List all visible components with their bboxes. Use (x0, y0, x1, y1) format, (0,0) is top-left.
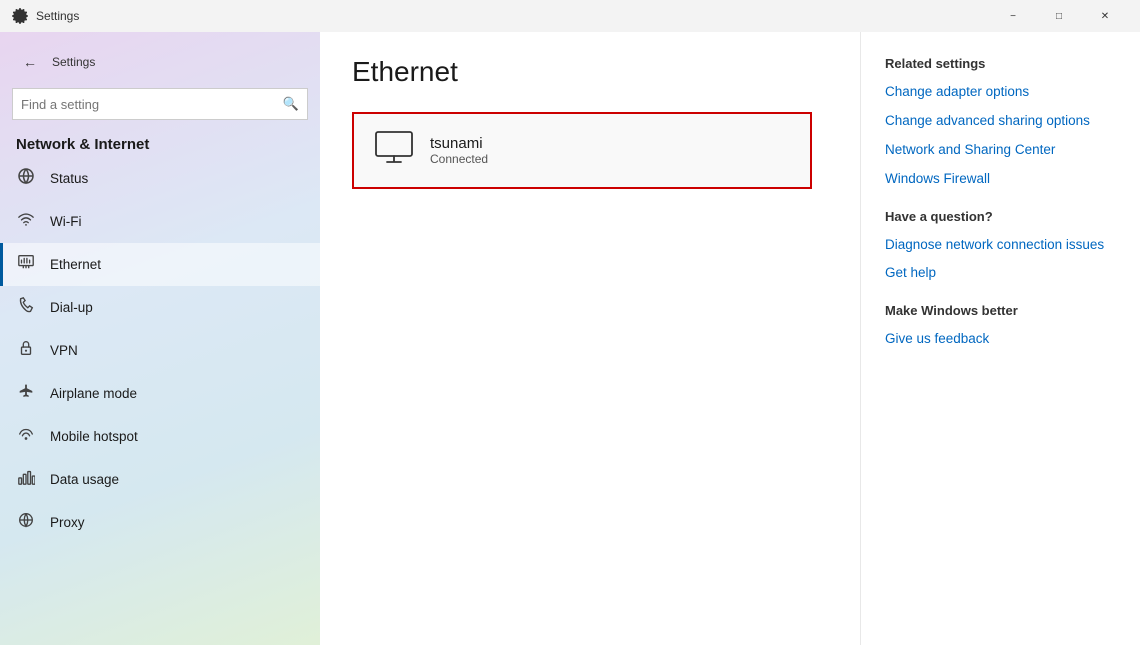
windows-firewall-link[interactable]: Windows Firewall (885, 170, 1116, 189)
wifi-icon (16, 210, 36, 233)
minimize-button[interactable]: − (990, 0, 1036, 32)
search-input[interactable] (21, 97, 283, 112)
monitor-icon (374, 130, 414, 171)
sidebar: ← Settings 🔍 Network & Internet Status (0, 32, 320, 645)
wifi-label: Wi-Fi (50, 214, 81, 229)
vpn-icon (16, 339, 36, 362)
get-help-link[interactable]: Get help (885, 264, 1116, 283)
ethernet-icon (16, 253, 36, 276)
dialup-label: Dial-up (50, 300, 93, 315)
right-panel: Related settings Change adapter options … (860, 32, 1140, 645)
change-sharing-link[interactable]: Change advanced sharing options (885, 112, 1116, 131)
sidebar-item-status[interactable]: Status (0, 157, 320, 200)
maximize-button[interactable]: □ (1036, 0, 1082, 32)
settings-icon (12, 8, 28, 24)
proxy-icon (16, 511, 36, 534)
vpn-label: VPN (50, 343, 78, 358)
network-sharing-center-link[interactable]: Network and Sharing Center (885, 141, 1116, 160)
sidebar-app-title: Settings (52, 55, 95, 69)
back-icon: ← (23, 54, 37, 70)
sidebar-item-datausage[interactable]: Data usage (0, 458, 320, 501)
sidebar-item-airplane[interactable]: Airplane mode (0, 372, 320, 415)
network-name: tsunami (430, 135, 488, 152)
page-title: Ethernet (352, 56, 828, 88)
feedback-heading: Make Windows better (885, 303, 1116, 318)
back-button[interactable]: ← (16, 48, 44, 76)
diagnose-link[interactable]: Diagnose network connection issues (885, 236, 1116, 255)
ethernet-label: Ethernet (50, 257, 101, 272)
sidebar-section-title: Network & Internet (0, 128, 320, 157)
main-panel: Ethernet tsunami Connected (320, 32, 860, 645)
hotspot-icon (16, 425, 36, 448)
datausage-label: Data usage (50, 472, 119, 487)
sidebar-item-hotspot[interactable]: Mobile hotspot (0, 415, 320, 458)
status-label: Status (50, 171, 88, 186)
sidebar-item-wifi[interactable]: Wi-Fi (0, 200, 320, 243)
related-settings-heading: Related settings (885, 56, 1116, 71)
dialup-icon (16, 296, 36, 319)
close-button[interactable]: ✕ (1082, 0, 1128, 32)
status-icon (16, 167, 36, 190)
search-icon: 🔍 (283, 96, 299, 112)
proxy-label: Proxy (50, 515, 85, 530)
feedback-divider: Make Windows better (885, 303, 1116, 318)
app-title-label: Settings (36, 9, 990, 23)
network-status: Connected (430, 152, 488, 166)
question-heading: Have a question? (885, 209, 1116, 224)
hotspot-label: Mobile hotspot (50, 429, 138, 444)
search-box[interactable]: 🔍 (12, 88, 308, 120)
feedback-link[interactable]: Give us feedback (885, 330, 1116, 349)
network-info: tsunami Connected (430, 135, 488, 166)
titlebar: Settings − □ ✕ (0, 0, 1140, 32)
sidebar-item-dialup[interactable]: Dial-up (0, 286, 320, 329)
sidebar-item-ethernet[interactable]: Ethernet (0, 243, 320, 286)
sidebar-item-proxy[interactable]: Proxy (0, 501, 320, 544)
sidebar-header: ← Settings (0, 32, 320, 84)
content-area: Ethernet tsunami Connected Related setti… (320, 32, 1140, 645)
airplane-label: Airplane mode (50, 386, 137, 401)
window-controls: − □ ✕ (990, 0, 1128, 32)
app-body: ← Settings 🔍 Network & Internet Status (0, 32, 1140, 645)
datausage-icon (16, 468, 36, 491)
airplane-icon (16, 382, 36, 405)
sidebar-item-vpn[interactable]: VPN (0, 329, 320, 372)
network-card[interactable]: tsunami Connected (352, 112, 812, 189)
question-divider: Have a question? (885, 209, 1116, 224)
change-adapter-link[interactable]: Change adapter options (885, 83, 1116, 102)
